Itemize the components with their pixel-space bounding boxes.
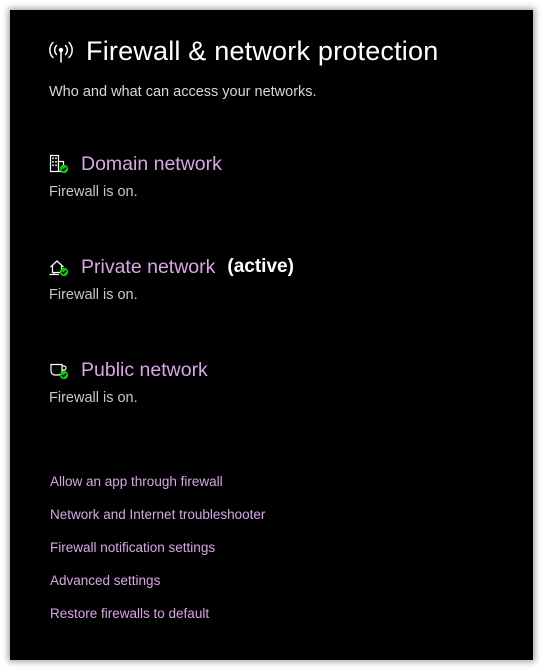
page-title: Firewall & network protection xyxy=(86,36,439,66)
page-subtitle: Who and what can access your networks. xyxy=(49,84,317,100)
notification-settings-link[interactable]: Firewall notification settings xyxy=(50,539,265,572)
restore-defaults-link[interactable]: Restore firewalls to default xyxy=(50,605,265,638)
domain-network-link[interactable]: Domain network xyxy=(81,153,222,176)
allow-app-link[interactable]: Allow an app through firewall xyxy=(50,473,265,506)
antenna-broadcast-icon xyxy=(48,39,74,65)
firewall-window: Firewall & network protection Who and wh… xyxy=(10,10,533,660)
advanced-settings-link[interactable]: Advanced settings xyxy=(50,572,265,605)
building-icon xyxy=(49,154,69,174)
private-network-link[interactable]: Private network xyxy=(81,256,215,279)
active-badge: (active) xyxy=(227,256,294,277)
private-network-status: Firewall is on. xyxy=(49,287,138,303)
troubleshooter-link[interactable]: Network and Internet troubleshooter xyxy=(50,506,265,539)
domain-network-status: Firewall is on. xyxy=(49,184,138,200)
page-header: Firewall & network protection xyxy=(48,36,438,67)
coffee-cup-icon xyxy=(49,360,69,380)
public-network-link[interactable]: Public network xyxy=(81,359,208,382)
related-links: Allow an app through firewall Network an… xyxy=(50,473,265,638)
public-network-section: Public network Firewall is on. xyxy=(49,357,208,407)
public-network-status: Firewall is on. xyxy=(49,390,138,406)
private-network-section: Private network (active) Firewall is on. xyxy=(49,254,294,304)
domain-network-section: Domain network Firewall is on. xyxy=(49,151,222,201)
home-network-icon xyxy=(49,257,69,277)
